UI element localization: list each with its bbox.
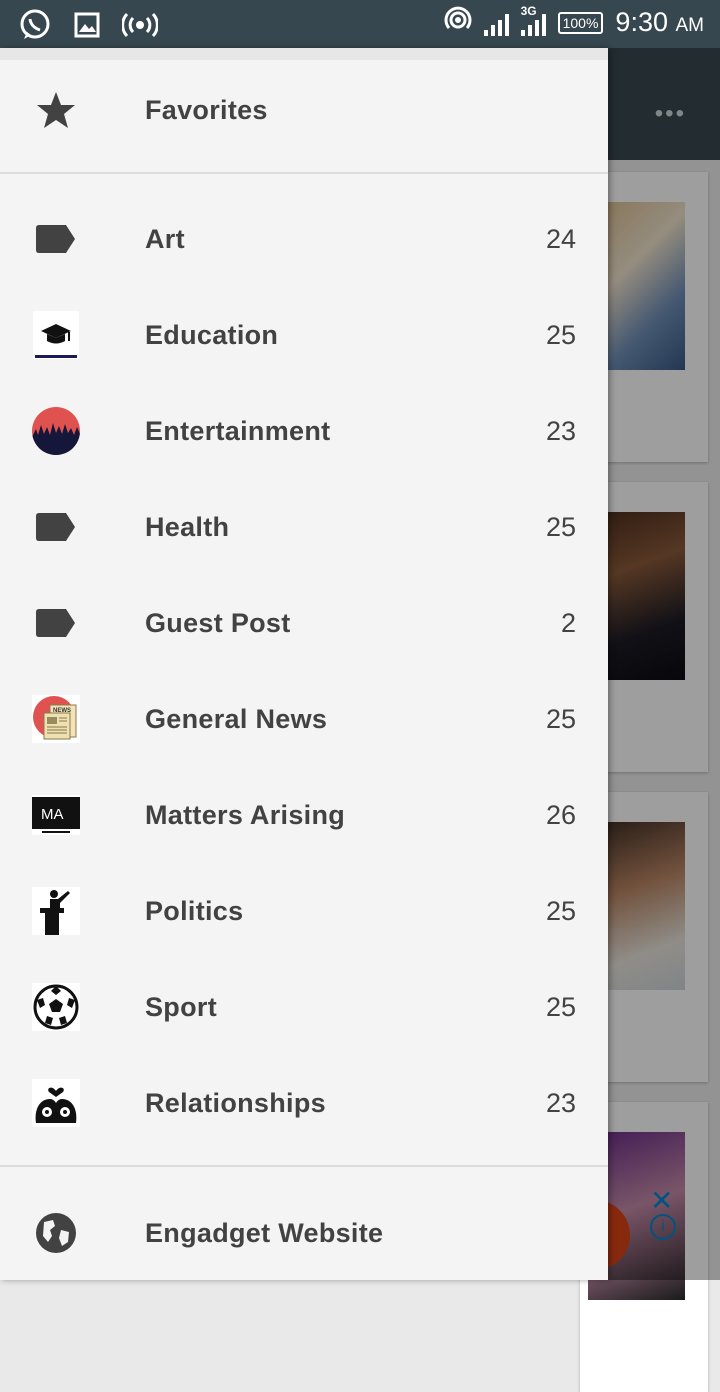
drawer-item-label: Health (145, 512, 230, 542)
drawer-item-entertainment[interactable]: Entertainment 23 (0, 383, 608, 479)
divider (0, 1165, 608, 1167)
drawer-item-matters-arising[interactable]: MA Matters Arising 26 (0, 767, 608, 863)
ma-logo-icon: MA (32, 791, 80, 839)
tag-icon (32, 599, 80, 647)
clock-time: 9:30 (615, 7, 668, 37)
signal-icon (483, 10, 509, 36)
drawer-item-label: Education (145, 320, 279, 350)
tag-icon (32, 215, 80, 263)
globe-icon (32, 1209, 80, 1257)
couple-heart-icon (32, 1079, 80, 1127)
drawer-item-count: 24 (545, 224, 576, 254)
soccer-ball-icon (32, 983, 80, 1031)
network-type-label: 3G (520, 3, 537, 18)
newspaper-icon-text: NEWS (53, 708, 71, 714)
drawer-item-label: Politics (145, 896, 244, 926)
drawer-item-label: Sport (145, 992, 217, 1022)
drawer-item-label: Relationships (145, 1088, 326, 1118)
radio-broadcast-icon (121, 12, 159, 43)
drawer-item-art[interactable]: Art 24 (0, 191, 608, 287)
drawer-item-count: 2 (560, 608, 576, 638)
drawer-item-general-news[interactable]: NEWS General News 25 (0, 671, 608, 767)
drawer-item-label: Favorites (145, 95, 268, 125)
drawer-item-label: Guest Post (145, 608, 291, 638)
hotspot-icon (444, 6, 472, 39)
clock: 9:30 AM (615, 7, 704, 38)
clock-ampm: AM (675, 15, 705, 36)
battery-icon: 100% (557, 11, 604, 34)
battery-level: 100% (562, 14, 599, 31)
drawer-item-favorites[interactable]: Favorites (0, 62, 608, 158)
drawer-item-education[interactable]: Education 25 (0, 287, 608, 383)
drawer-item-politics[interactable]: Politics 25 (0, 863, 608, 959)
signal-3g-icon: 3G (520, 4, 546, 36)
drawer-item-count: 26 (545, 800, 576, 830)
navigation-drawer: Favorites Art 24 Education 25 Entertainm… (0, 48, 608, 1280)
drawer-item-count: 25 (545, 896, 576, 926)
drawer-header-strip (0, 48, 608, 60)
drawer-item-health[interactable]: Health 25 (0, 479, 608, 575)
drawer-item-label: Art (145, 224, 185, 254)
drawer-item-count: 25 (545, 704, 576, 734)
drawer-item-website[interactable]: Engadget Website (0, 1185, 608, 1281)
drawer-item-label: Matters Arising (145, 800, 346, 830)
drawer-item-relationships[interactable]: Relationships 23 (0, 1055, 608, 1151)
drawer-item-label: General News (145, 704, 328, 734)
ma-logo-text: MA (41, 806, 64, 823)
podium-speaker-icon (32, 887, 80, 935)
divider (0, 172, 608, 174)
crowd-icon (32, 407, 80, 455)
status-bar: 3G 100% 9:30 AM (0, 0, 720, 48)
whatsapp-icon (18, 8, 52, 47)
graduation-cap-icon (32, 311, 80, 359)
drawer-item-count: 25 (545, 992, 576, 1022)
newspaper-icon: NEWS (32, 695, 80, 743)
drawer-item-label: Entertainment (145, 416, 331, 446)
drawer-item-label: Engadget Website (145, 1218, 384, 1248)
drawer-item-count: 25 (545, 320, 576, 350)
drawer-item-count: 23 (545, 1088, 576, 1118)
drawer-item-sport[interactable]: Sport 25 (0, 959, 608, 1055)
drawer-item-guest-post[interactable]: Guest Post 2 (0, 575, 608, 671)
image-icon (74, 12, 100, 43)
tag-icon (32, 503, 80, 551)
drawer-item-count: 23 (545, 416, 576, 446)
drawer-item-count: 25 (545, 512, 576, 542)
star-icon (32, 86, 80, 134)
